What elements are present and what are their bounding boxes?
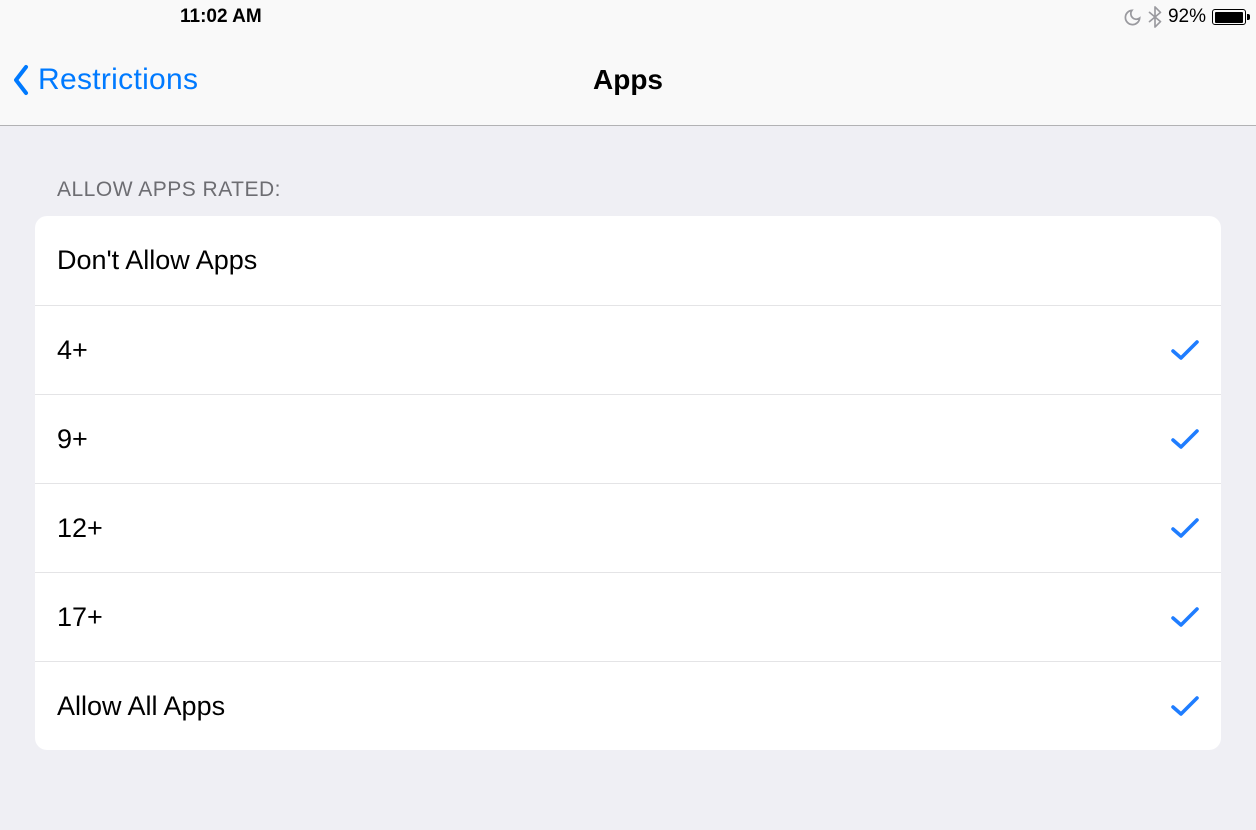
status-time: 11:02 AM <box>180 6 262 28</box>
row-dont-allow[interactable]: Don't Allow Apps <box>35 216 1221 305</box>
bluetooth-icon <box>1148 6 1162 28</box>
do-not-disturb-icon <box>1123 8 1142 27</box>
ratings-list: Don't Allow Apps 4+ 9+ 12+ 17+ <box>35 216 1221 750</box>
row-label: 12+ <box>57 513 1171 544</box>
checkmark-icon <box>1171 428 1199 450</box>
checkmark-icon <box>1171 517 1199 539</box>
content: ALLOW APPS RATED: Don't Allow Apps 4+ 9+… <box>0 126 1256 750</box>
navigation-bar: Restrictions Apps <box>0 34 1256 126</box>
status-right: 92% <box>1123 6 1246 28</box>
checkmark-icon <box>1171 606 1199 628</box>
checkmark-icon <box>1171 695 1199 717</box>
row-allow-all[interactable]: Allow All Apps <box>35 661 1221 750</box>
page-title: Apps <box>593 64 663 96</box>
row-9plus[interactable]: 9+ <box>35 394 1221 483</box>
row-17plus[interactable]: 17+ <box>35 572 1221 661</box>
row-12plus[interactable]: 12+ <box>35 483 1221 572</box>
row-label: 17+ <box>57 602 1171 633</box>
row-label: Don't Allow Apps <box>57 245 1199 276</box>
row-label: 9+ <box>57 424 1171 455</box>
section-header: ALLOW APPS RATED: <box>35 178 1221 216</box>
back-button[interactable]: Restrictions <box>0 63 198 97</box>
chevron-left-icon <box>12 63 30 97</box>
checkmark-icon <box>1171 339 1199 361</box>
battery-percent: 92% <box>1168 6 1206 28</box>
status-bar: 11:02 AM 92% <box>0 0 1256 34</box>
back-label: Restrictions <box>38 63 198 97</box>
row-4plus[interactable]: 4+ <box>35 305 1221 394</box>
row-label: 4+ <box>57 335 1171 366</box>
row-label: Allow All Apps <box>57 691 1171 722</box>
battery-icon <box>1212 9 1246 25</box>
battery-fill <box>1215 12 1244 23</box>
